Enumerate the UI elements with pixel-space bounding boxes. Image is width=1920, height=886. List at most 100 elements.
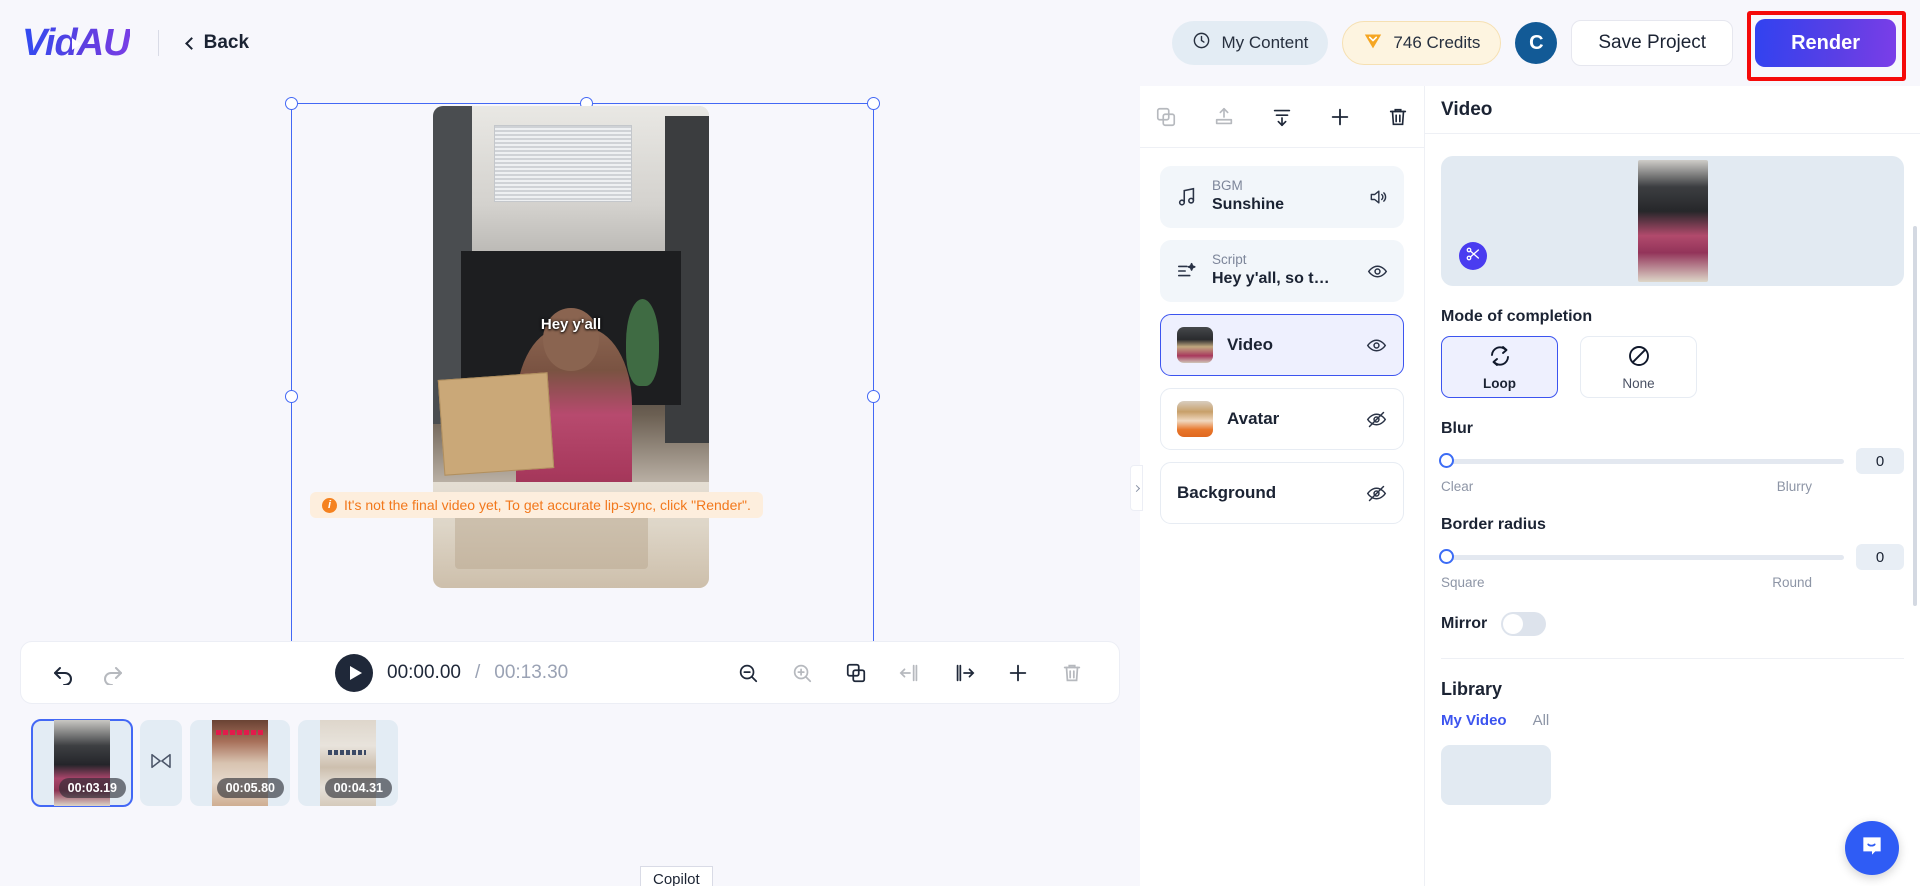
mode-of-completion-label: Mode of completion (1441, 308, 1593, 325)
top-bar: VidAU Back My Content 746 Credits C Save… (0, 0, 1920, 86)
canvas-area[interactable]: Hey y'all i It's not the final video yet… (0, 86, 1140, 646)
scissors-icon (1465, 246, 1481, 267)
clip-duration: 00:05.80 (216, 778, 284, 798)
save-project-button[interactable]: Save Project (1571, 20, 1734, 66)
blur-slider[interactable] (1439, 453, 1844, 468)
timeline-clip[interactable]: 00:03.19 (31, 719, 133, 807)
library-tab-my-video[interactable]: My Video (1441, 712, 1507, 729)
crop-button[interactable] (1459, 242, 1487, 270)
properties-scrollbar[interactable] (1913, 226, 1917, 606)
border-radius-value[interactable]: 0 (1856, 544, 1904, 570)
resize-handle-middle-right[interactable] (867, 390, 880, 403)
layers-panel: BGM Sunshine Script Hey y'all, so t… Vid… (1140, 86, 1425, 886)
save-project-label: Save Project (1598, 32, 1707, 53)
video-preview-card[interactable] (1441, 156, 1904, 286)
play-icon (349, 665, 362, 680)
duplicate-layer-icon[interactable] (1155, 106, 1177, 128)
credits-button[interactable]: 746 Credits (1342, 21, 1502, 65)
mirror-row: Mirror (1441, 612, 1904, 636)
resize-handle-top-left[interactable] (285, 97, 298, 110)
preview-cardboard-box (438, 372, 555, 477)
mode-options: Loop None (1441, 336, 1904, 398)
border-radius-min-label: Square (1441, 575, 1485, 590)
transition-button[interactable] (140, 720, 182, 806)
undo-icon[interactable] (51, 661, 75, 685)
resize-handle-top-right[interactable] (867, 97, 880, 110)
chat-support-button[interactable] (1845, 821, 1899, 875)
eye-off-icon[interactable] (1366, 483, 1387, 504)
redo-icon[interactable] (101, 661, 125, 685)
zoom-in-icon[interactable] (791, 662, 813, 684)
chevron-left-icon (184, 36, 198, 50)
layer-item-script[interactable]: Script Hey y'all, so t… (1160, 240, 1404, 302)
layer-item-video[interactable]: Video (1160, 314, 1404, 376)
layer-title: Hey y'all, so t… (1212, 270, 1330, 288)
panel-collapse-toggle[interactable] (1130, 465, 1143, 511)
blur-value[interactable]: 0 (1856, 448, 1904, 474)
mirror-toggle-knob (1503, 614, 1524, 634)
avatar[interactable]: C (1515, 22, 1558, 64)
eye-icon[interactable] (1366, 335, 1387, 356)
layer-item-avatar[interactable]: Avatar (1160, 388, 1404, 450)
border-radius-slider-row: 0 (1439, 544, 1904, 570)
library-tab-all[interactable]: All (1533, 712, 1550, 729)
eye-off-icon[interactable] (1366, 409, 1387, 430)
render-button[interactable]: Render (1755, 19, 1896, 67)
layer-subtitle: BGM (1212, 178, 1243, 194)
layer-item-background[interactable]: Background (1160, 462, 1404, 524)
transition-icon (150, 752, 172, 775)
send-backward-icon[interactable] (1271, 106, 1293, 128)
clip-overlay-text (216, 730, 264, 735)
layer-title: Avatar (1227, 408, 1280, 428)
mode-option-loop[interactable]: Loop (1441, 336, 1558, 398)
delete-layer-icon[interactable] (1387, 106, 1409, 128)
library-item[interactable] (1441, 745, 1551, 805)
add-layer-icon[interactable] (1329, 106, 1351, 128)
layer-title: Video (1227, 334, 1273, 354)
layer-text: BGM Sunshine (1212, 178, 1354, 216)
video-preview-thumbnail (1637, 160, 1708, 282)
border-radius-slider-handle[interactable] (1439, 549, 1454, 564)
timeline-clip[interactable]: 00:05.80 (190, 720, 290, 806)
mode-option-none-label: None (1622, 375, 1655, 391)
blur-slider-row: 0 (1439, 448, 1904, 474)
mode-option-loop-label: Loop (1483, 375, 1516, 391)
mirror-label: Mirror (1441, 615, 1488, 632)
mode-option-none[interactable]: None (1580, 336, 1697, 398)
lipsync-warning: i It's not the final video yet, To get a… (310, 492, 763, 518)
chevron-right-icon (1132, 484, 1141, 492)
avatar-thumbnail (1177, 401, 1213, 437)
eye-icon[interactable] (1367, 261, 1388, 282)
speaker-icon[interactable] (1368, 187, 1388, 207)
timeline-clips: 00:03.19 00:05.80 00:04.31 (31, 719, 398, 807)
app-logo[interactable]: VidAU (22, 22, 130, 65)
layer-item-bgm[interactable]: BGM Sunshine (1160, 166, 1404, 228)
playback-controls: 00:00.00 / 00:13.30 (335, 653, 568, 692)
gem-icon (1363, 32, 1383, 55)
duplicate-icon[interactable] (845, 662, 867, 684)
current-time: 00:00.00 (387, 661, 461, 683)
none-icon (1627, 344, 1651, 373)
avatar-initial: C (1529, 31, 1544, 54)
render-button-wrapper: Render (1747, 11, 1906, 81)
timeline-clip[interactable]: 00:04.31 (298, 720, 398, 806)
zoom-out-icon[interactable] (737, 662, 759, 684)
blur-slider-handle[interactable] (1439, 453, 1454, 468)
split-left-icon[interactable] (899, 662, 921, 684)
divider (157, 30, 159, 56)
back-button-label: Back (203, 32, 250, 53)
lipsync-warning-text: It's not the final video yet, To get acc… (344, 497, 751, 513)
add-clip-icon[interactable] (1007, 662, 1029, 684)
time-separator: / (474, 661, 481, 683)
copilot-tooltip[interactable]: Copilot (640, 866, 713, 886)
play-button[interactable] (335, 653, 373, 692)
app-root: VidAU Back My Content 746 Credits C Save… (0, 0, 1920, 886)
bring-forward-icon[interactable] (1213, 106, 1235, 128)
back-button[interactable]: Back (184, 32, 250, 54)
border-radius-slider[interactable] (1439, 549, 1844, 564)
resize-handle-middle-left[interactable] (285, 390, 298, 403)
delete-clip-icon[interactable] (1061, 662, 1083, 684)
mirror-toggle[interactable] (1501, 612, 1547, 636)
my-content-button[interactable]: My Content (1172, 21, 1329, 65)
split-right-icon[interactable] (953, 662, 975, 684)
